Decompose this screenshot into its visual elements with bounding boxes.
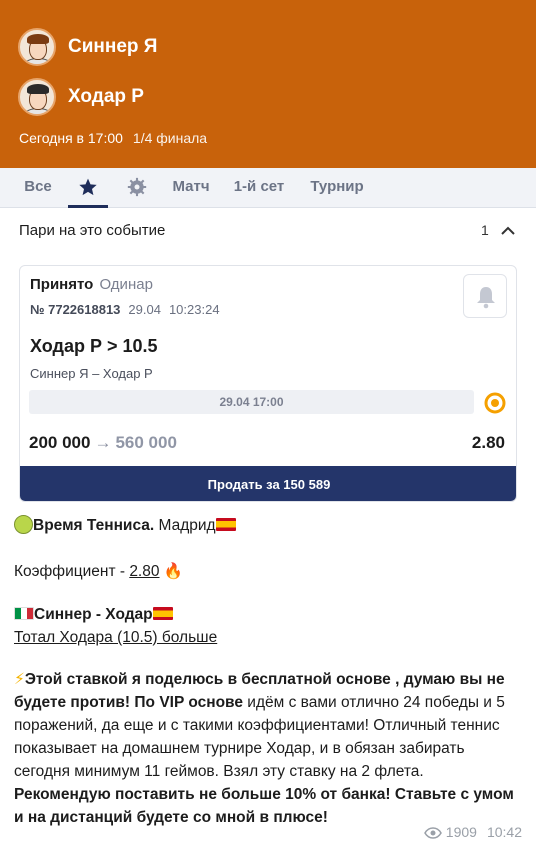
- ticket-info: № 7722618813 29.04 10:23:24: [30, 302, 220, 317]
- bet-status: Принято Одинар: [30, 276, 153, 293]
- tab-all-label: Все: [24, 178, 52, 195]
- message-line-coef: Коэффициент - 2.80 🔥: [14, 560, 524, 583]
- fire-icon: 🔥: [163, 563, 184, 580]
- tab-special[interactable]: [118, 168, 156, 208]
- italy-flag-icon: [14, 607, 34, 620]
- tab-match[interactable]: Матч: [166, 168, 216, 208]
- star-icon: [78, 178, 98, 196]
- player1-name: Синнер Я: [68, 36, 158, 57]
- bet-payout: 560 000: [115, 433, 177, 452]
- message-paragraph: ⚡Этой ставкой я поделюсь в бесплатной ос…: [14, 668, 524, 829]
- bets-section-title: Пари на это событие: [19, 222, 166, 239]
- player2-avatar: [18, 78, 56, 116]
- event-datetime: 29.04 17:00: [29, 390, 474, 414]
- message-line-total: Тотал Ходара (10.5) больше: [14, 626, 524, 649]
- tennis-ball-icon: [14, 515, 33, 534]
- coef-value[interactable]: 2.80: [129, 563, 159, 580]
- bet-stake: 200 000: [29, 433, 91, 452]
- notify-button[interactable]: [463, 274, 507, 318]
- tab-first-set[interactable]: 1-й сет: [226, 168, 292, 208]
- event-time: Сегодня в 17:00: [19, 130, 123, 146]
- bet-selection: Ходар Р > 10.5: [30, 336, 158, 356]
- event-meta: Сегодня в 17:00 1/4 финала: [19, 130, 207, 146]
- message-title-bold: Время Тенниса.: [33, 517, 155, 534]
- eye-icon: [423, 826, 442, 842]
- arrow-right-icon: →: [94, 433, 112, 452]
- message-title-location: Мадрид: [154, 517, 216, 534]
- message-line-match: Синнер - Ходар: [14, 603, 524, 626]
- tab-favorites[interactable]: [68, 168, 108, 208]
- player-row-2[interactable]: Ходар Р: [18, 78, 144, 116]
- sell-button[interactable]: Продать за 150 589: [20, 466, 516, 501]
- bet-odds: 2.80: [471, 433, 505, 452]
- live-indicator-icon: [484, 392, 506, 419]
- event-stage: 1/4 финала: [132, 130, 208, 146]
- player-row-1[interactable]: Синнер Я: [18, 28, 157, 66]
- bet-amounts: 200 000 → 560 000: [29, 433, 177, 453]
- tab-tournament-label: Турнир: [310, 178, 364, 195]
- ticket-time: 10:23:24: [168, 302, 220, 317]
- tab-first-set-label: 1-й сет: [233, 178, 285, 195]
- tab-match-label: Матч: [172, 178, 210, 195]
- event-header: Синнер Я Ходар Р Сегодня в 17:00 1/4 фина…: [0, 0, 536, 168]
- bet-card: Принято Одинар № 7722618813 29.04 10:23:24…: [19, 265, 517, 502]
- view-count: 1909: [445, 824, 477, 840]
- message-time: 10:42: [486, 824, 522, 840]
- bet-status-label: Принято: [30, 276, 94, 293]
- ticket-number: № 7722618813: [30, 302, 121, 317]
- tab-all[interactable]: Все: [14, 168, 62, 208]
- message-line-title: Время Тенниса. Мадрид: [14, 514, 524, 537]
- bets-count: 1: [481, 222, 489, 238]
- spain-flag-icon: [152, 607, 173, 620]
- match-line: Синнер - Ходар: [34, 606, 153, 623]
- bet-matchup: Синнер Я – Ходар Р: [30, 366, 153, 381]
- coef-label: Коэффициент -: [14, 563, 130, 580]
- gear-icon: [127, 177, 147, 197]
- paragraph-bold-2: Рекомендую поставить не больше 10% от ба…: [14, 786, 514, 826]
- lightning-icon: ⚡: [14, 671, 25, 688]
- player1-avatar: [18, 28, 56, 66]
- market-tabs: Все Матч 1-й сет Турнир: [0, 168, 536, 208]
- spain-flag-icon: [215, 518, 236, 531]
- message-footer: 1909 10:42: [423, 824, 522, 842]
- tab-tournament[interactable]: Турнир: [304, 168, 370, 208]
- ticket-date: 29.04: [128, 302, 161, 317]
- chevron-up-icon[interactable]: [500, 224, 516, 243]
- bet-kind: Одинар: [99, 276, 153, 293]
- player2-name: Ходар Р: [68, 86, 144, 107]
- total-line[interactable]: Тотал Ходара (10.5) больше: [14, 629, 217, 646]
